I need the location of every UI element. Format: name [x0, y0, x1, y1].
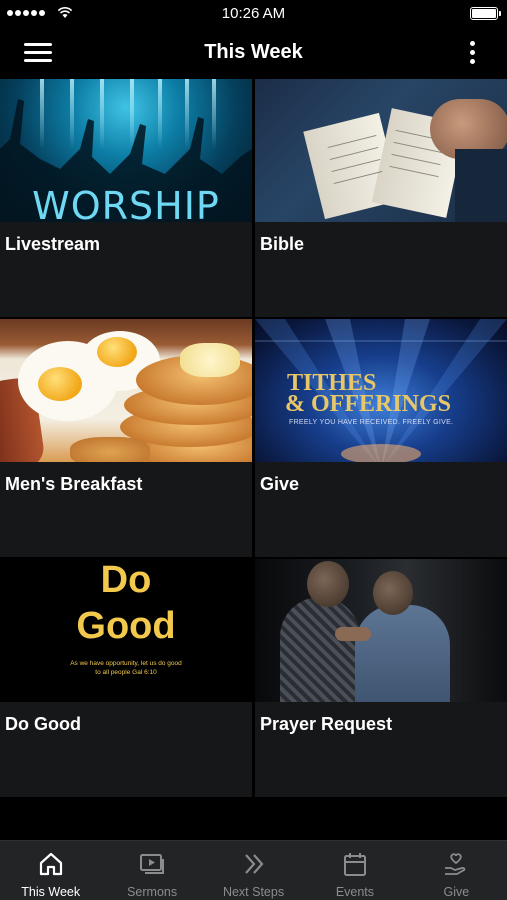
bottom-tab-bar: This Week Sermons Next Steps Events Give [0, 840, 507, 900]
tab-this-week[interactable]: This Week [0, 841, 101, 900]
tile-label: Livestream [5, 234, 101, 254]
tab-label: This Week [21, 885, 81, 899]
tile-label: Prayer Request [260, 714, 393, 734]
prayer-thumbnail [255, 559, 507, 702]
do-good-thumbnail: Do Good As we have opportunity, let us d… [0, 559, 252, 702]
heart-hand-icon [445, 853, 466, 875]
do-good-line2: Good [76, 605, 176, 647]
breakfast-thumbnail [0, 319, 252, 462]
tile-give[interactable]: TITHES & OFFERINGS FREELY YOU HAVE RECEI… [255, 319, 507, 557]
play-video-icon [140, 854, 165, 874]
hamburger-menu-icon[interactable] [24, 43, 52, 63]
tab-label: Give [443, 885, 470, 899]
do-good-line1: Do [100, 559, 152, 601]
status-time: 10:26 AM [221, 5, 286, 22]
tile-bible[interactable]: Bible [255, 79, 507, 317]
status-bar: 10:26 AM [0, 0, 507, 27]
tile-prayer-request[interactable]: Prayer Request [255, 559, 507, 797]
tab-label: Events [335, 885, 375, 899]
navigation-bar: This Week [0, 27, 507, 78]
tile-mens-breakfast[interactable]: Men's Breakfast [0, 319, 252, 557]
tab-give[interactable]: Give [406, 841, 507, 900]
tab-events[interactable]: Events [304, 841, 405, 900]
content-grid: WORSHIP Livestream Bible Men's Breakfast… [0, 78, 507, 840]
tile-do-good[interactable]: Do Good As we have opportunity, let us d… [0, 559, 252, 797]
calendar-icon [343, 853, 366, 876]
tile-label: Give [260, 474, 300, 494]
tab-label: Next Steps [222, 885, 285, 899]
tithes-subtitle: FREELY YOU HAVE RECEIVED. FREELY GIVE. [289, 419, 454, 426]
tab-next-steps[interactable]: Next Steps [203, 841, 304, 900]
home-icon [39, 852, 62, 876]
tile-label: Bible [260, 234, 305, 254]
battery-icon [470, 7, 501, 20]
page-title: This Week [204, 41, 303, 63]
more-options-icon[interactable] [467, 39, 477, 67]
offerings-title: & OFFERINGS [285, 391, 452, 417]
bible-thumbnail [255, 79, 507, 222]
worship-thumbnail: WORSHIP [0, 79, 252, 222]
tithes-thumbnail: TITHES & OFFERINGS FREELY YOU HAVE RECEI… [255, 319, 507, 462]
tile-livestream[interactable]: WORSHIP Livestream [0, 79, 252, 317]
do-good-verse: As we have opportunity, let us do good t… [70, 660, 182, 676]
tile-label: Do Good [5, 714, 81, 734]
tile-label: Men's Breakfast [5, 474, 143, 494]
tab-label: Sermons [127, 885, 178, 899]
worship-text: WORSHIP [32, 184, 220, 222]
tab-sermons[interactable]: Sermons [101, 841, 202, 900]
double-chevron-right-icon [244, 854, 263, 874]
